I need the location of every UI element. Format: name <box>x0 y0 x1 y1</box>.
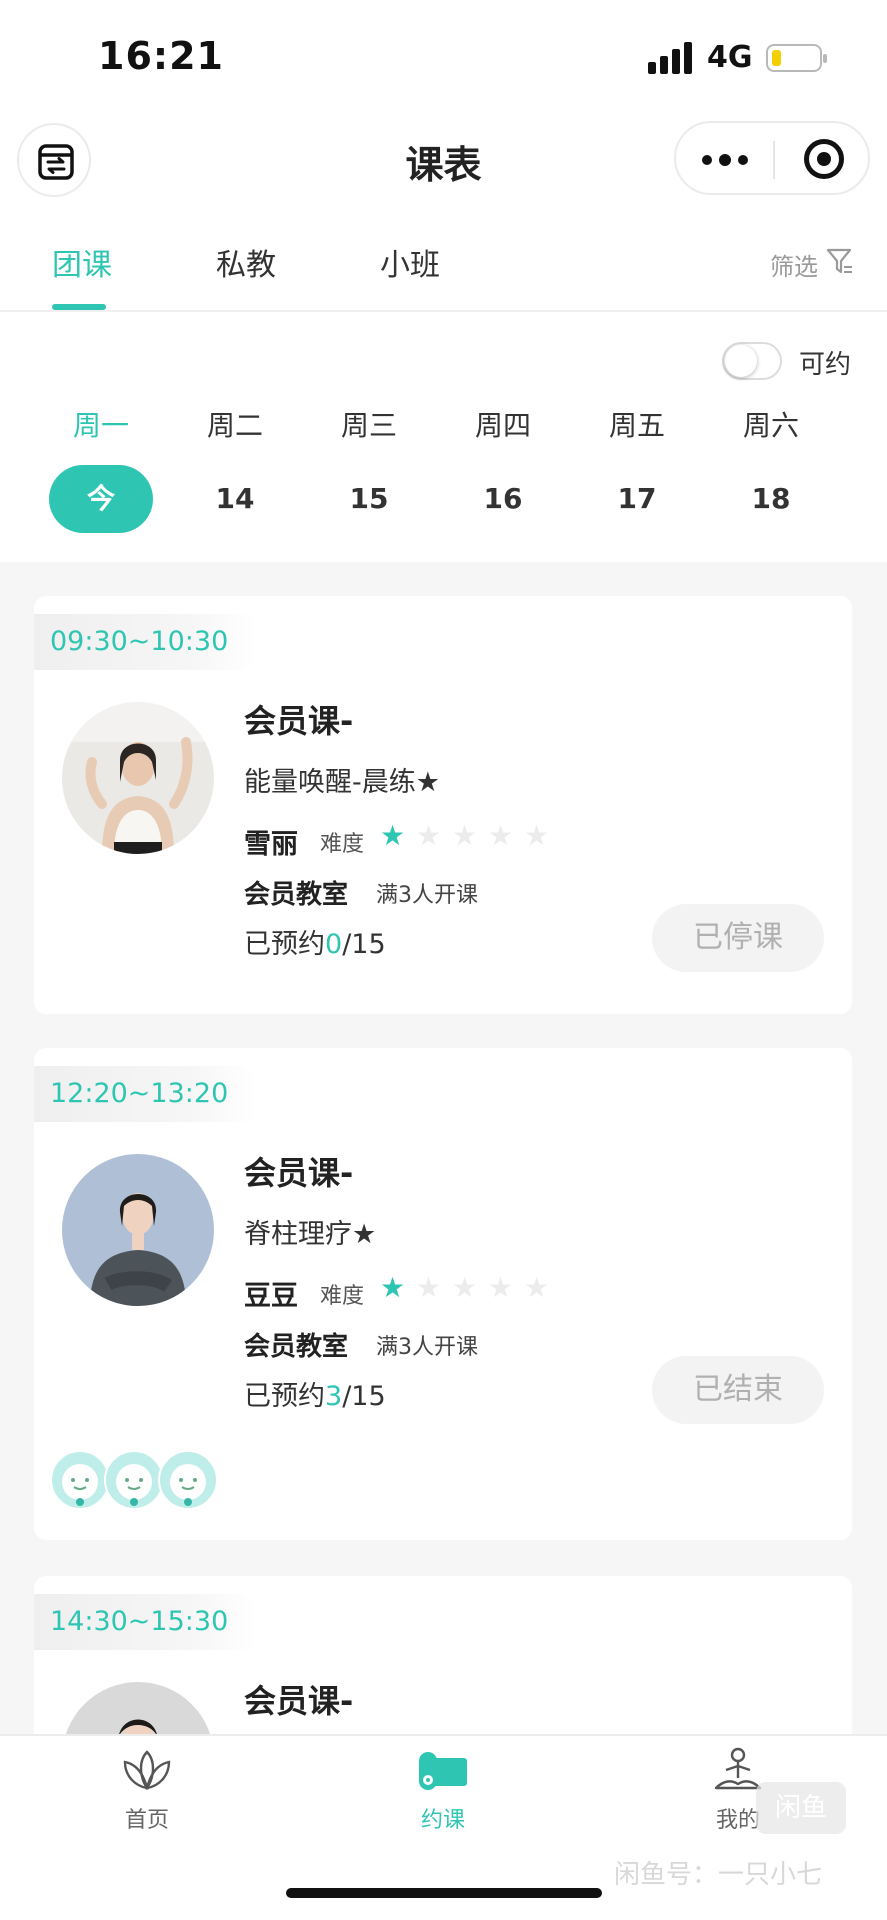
more-icon[interactable] <box>702 153 748 167</box>
member-avatar <box>50 1450 110 1510</box>
lotus-icon <box>123 1750 171 1791</box>
course-title: 会员课- <box>244 1682 354 1720</box>
course-type-tabs: 团课 私教 小班 筛选 <box>0 230 887 312</box>
day-wed[interactable]: 周三 15 <box>315 405 423 533</box>
miniprogram-capsule <box>674 121 870 195</box>
date-label: 17 <box>617 482 657 515</box>
course-title: 会员课- <box>244 702 354 740</box>
tab-private-coach[interactable]: 私教 <box>216 240 276 284</box>
day-sat[interactable]: 周六 18 <box>717 405 825 533</box>
available-toggle-label: 可约 <box>799 350 852 380</box>
yoga-mat-icon <box>419 1752 467 1790</box>
course-time: 14:30~15:30 <box>34 1594 256 1650</box>
day-tue[interactable]: 周二 14 <box>181 405 289 533</box>
course-status-button[interactable]: 已停课 <box>652 904 824 972</box>
bottom-tab-bar: 首页 约课 我的 闲鱼 闲鱼号：一只小七 <box>0 1734 887 1920</box>
course-time: 12:20~13:20 <box>34 1066 256 1122</box>
difficulty-rating: ★ ★ ★ ★ ★ <box>380 822 560 850</box>
nav-booking[interactable]: 约课 <box>373 1746 513 1834</box>
available-toggle[interactable] <box>722 342 782 380</box>
booked-count: 已预约0/15 <box>244 929 386 960</box>
weekday-label: 周一 <box>72 409 129 442</box>
star-icon: ★ <box>524 1271 550 1304</box>
date-label: 14 <box>215 482 255 515</box>
signal-icon <box>648 42 694 74</box>
course-title: 会员课- <box>244 1154 354 1192</box>
star-icon: ★ <box>416 819 442 852</box>
difficulty-rating: ★ ★ ★ ★ ★ <box>380 1274 560 1302</box>
watermark: 闲鱼号：一只小七 <box>614 1860 823 1890</box>
watermark-logo: 闲鱼 <box>756 1782 846 1834</box>
nav-home-label: 首页 <box>124 1808 169 1833</box>
star-icon: ★ <box>416 1271 442 1304</box>
coach-name: 豆豆 <box>244 1281 298 1312</box>
booked-number: 3 <box>325 1381 343 1412</box>
member-avatar <box>158 1450 218 1510</box>
filter-button[interactable]: 筛选 <box>770 247 852 282</box>
header-area: 16:21 4G 课表 团课 私教 小班 筛选 可约 周一 今 周二 14 周三… <box>0 0 887 562</box>
status-bar: 16:21 4G <box>0 0 887 110</box>
star-icon: ★ <box>452 1271 478 1304</box>
close-miniprogram-icon[interactable] <box>804 139 844 179</box>
weekday-label: 周二 <box>206 409 263 442</box>
booked-number: 0 <box>325 929 343 960</box>
nav-home[interactable]: 首页 <box>77 1746 217 1834</box>
network-type: 4G <box>707 40 753 75</box>
star-icon: ★ <box>488 1271 514 1304</box>
day-thu[interactable]: 周四 16 <box>449 405 557 533</box>
star-icon: ★ <box>380 819 406 852</box>
day-fri[interactable]: 周五 17 <box>583 405 691 533</box>
coach-avatar <box>62 702 214 854</box>
week-selector: 周一 今 周二 14 周三 15 周四 16 周五 17 周六 18 <box>0 405 887 535</box>
min-people: 满3人开课 <box>376 883 478 908</box>
course-card[interactable]: 09:30~10:30 会员课- 能量唤醒-晨练★ 雪丽 难度 ★ ★ ★ ★ ★ 会员… <box>34 596 852 1014</box>
booked-count: 已预约3/15 <box>244 1381 386 1412</box>
active-tab-indicator <box>52 304 106 310</box>
date-label: 18 <box>751 482 791 515</box>
filter-icon <box>826 248 852 274</box>
tab-small-class[interactable]: 小班 <box>380 240 440 284</box>
date-label: 16 <box>483 482 523 515</box>
classroom: 会员教室 <box>244 880 349 910</box>
min-people: 满3人开课 <box>376 1335 478 1360</box>
star-icon: ★ <box>488 819 514 852</box>
tab-group-class[interactable]: 团课 <box>52 240 112 284</box>
filter-label: 筛选 <box>770 253 818 281</box>
difficulty-label: 难度 <box>320 832 365 857</box>
star-icon: ★ <box>380 1271 406 1304</box>
day-mon[interactable]: 周一 今 <box>47 405 155 533</box>
member-avatar <box>104 1450 164 1510</box>
coach-name: 雪丽 <box>244 829 298 860</box>
weekday-label: 周五 <box>608 409 665 442</box>
navbar: 课表 <box>0 120 887 200</box>
star-icon: ★ <box>524 819 550 852</box>
difficulty-label: 难度 <box>320 1284 365 1309</box>
course-time: 09:30~10:30 <box>34 614 256 670</box>
course-name: 能量唤醒-晨练★ <box>244 767 440 798</box>
coach-avatar <box>62 1154 214 1306</box>
weekday-label: 周六 <box>742 409 799 442</box>
battery-icon <box>766 44 827 72</box>
course-card[interactable]: 12:20~13:20 会员课- 脊柱理疗★ 豆豆 难度 ★ ★ ★ ★ ★ 会员教室 … <box>34 1048 852 1540</box>
date-label: 15 <box>349 482 389 515</box>
course-status-button[interactable]: 已结束 <box>652 1356 824 1424</box>
weekday-label: 周三 <box>340 409 397 442</box>
status-time: 16:21 <box>98 34 224 78</box>
star-icon: ★ <box>452 819 478 852</box>
nav-booking-label: 约课 <box>420 1808 465 1833</box>
course-name: 脊柱理疗★ <box>244 1219 377 1250</box>
classroom: 会员教室 <box>244 1332 349 1362</box>
date-label: 今 <box>49 465 153 533</box>
weekday-label: 周四 <box>474 409 531 442</box>
home-indicator <box>286 1888 602 1898</box>
